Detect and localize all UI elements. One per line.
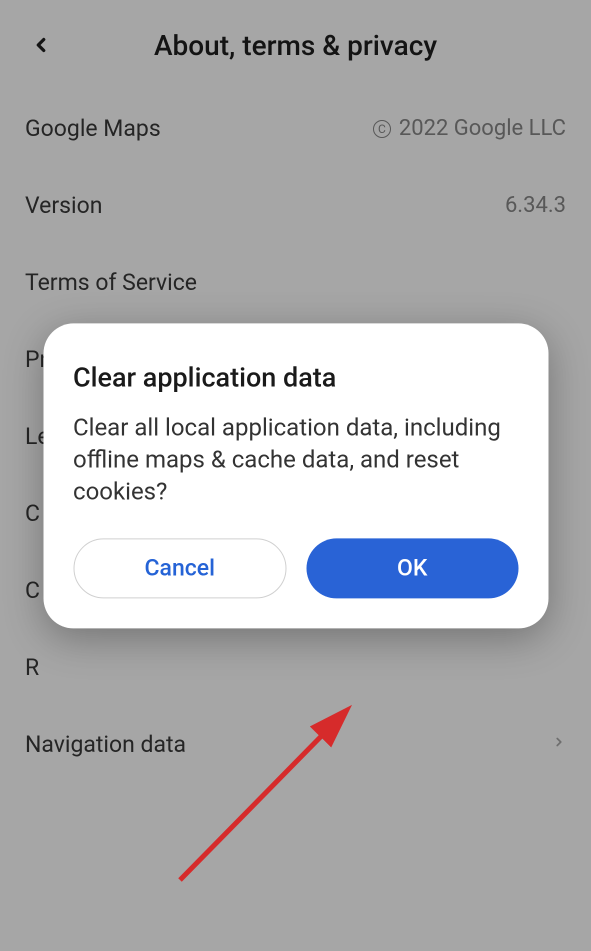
dialog-body: Clear all local application data, includ… <box>73 411 518 508</box>
clear-data-dialog: Clear application data Clear all local a… <box>43 323 548 628</box>
cancel-button[interactable]: Cancel <box>73 538 287 598</box>
dialog-actions: Cancel OK <box>73 538 518 598</box>
ok-button[interactable]: OK <box>307 538 519 598</box>
dialog-title: Clear application data <box>73 361 518 393</box>
